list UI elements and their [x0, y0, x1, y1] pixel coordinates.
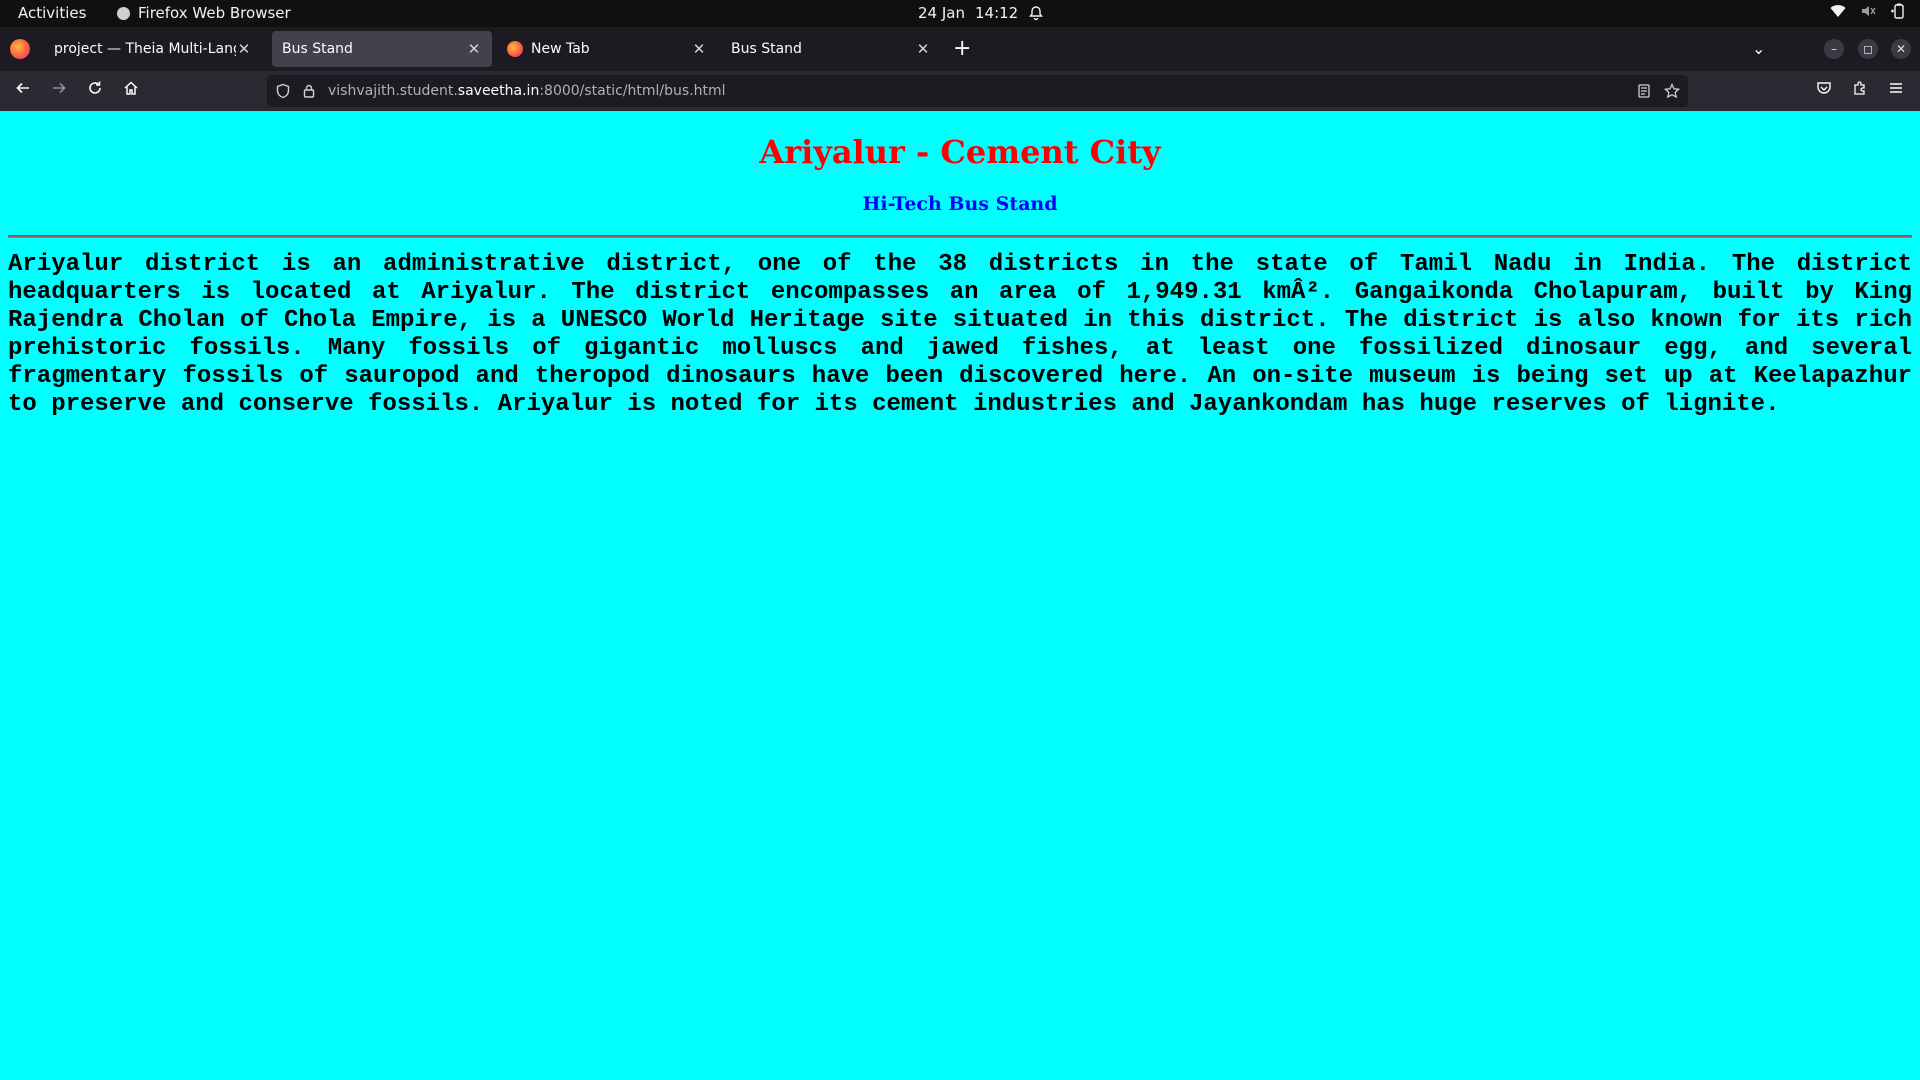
system-top-bar: Activities Firefox Web Browser 24 Jan 14… [0, 0, 1920, 27]
close-icon[interactable]: ✕ [466, 40, 482, 58]
close-icon[interactable]: ✕ [691, 40, 707, 58]
bell-icon [1029, 6, 1044, 21]
firefox-icon [117, 6, 130, 20]
url-prefix: vishvajith.student. [328, 83, 458, 99]
description-paragraph: Ariyalur district is an administrative d… [8, 251, 1912, 418]
navigation-toolbar: vishvajith.student.saveetha.in:8000/stat… [0, 71, 1920, 111]
clock[interactable]: 24 Jan 14:12 [918, 4, 1044, 22]
tab-bus-stand-active[interactable]: Bus Stand ✕ [272, 31, 492, 67]
firefox-icon [507, 41, 523, 57]
app-menu[interactable]: Firefox Web Browser [117, 4, 291, 22]
url-host: saveetha.in [457, 83, 540, 99]
reload-icon [89, 81, 101, 94]
battery-icon [1891, 3, 1904, 19]
time-label: 14:12 [974, 4, 1019, 22]
reader-view-icon[interactable] [1636, 83, 1652, 99]
arrow-right-icon [53, 82, 66, 94]
page-subtitle: Hi-Tech Bus Stand [862, 193, 1058, 215]
web-page: Ariyalur - Cement City Hi-Tech Bus Stand… [0, 111, 1920, 1080]
volume-muted-icon [1862, 6, 1876, 16]
tab-label: project — Theia Multi-Language [54, 41, 236, 57]
bookmark-star-icon[interactable] [1663, 82, 1681, 99]
arrow-left-icon [16, 82, 29, 94]
page-title: Ariyalur - Cement City [759, 133, 1161, 171]
minimize-button[interactable]: – [1824, 39, 1844, 59]
tab-label: Bus Stand [282, 41, 353, 57]
lock-icon[interactable] [301, 83, 317, 99]
tab-label: Bus Stand [731, 41, 802, 57]
puzzle-icon [1854, 81, 1865, 95]
list-all-tabs-button[interactable]: ⌄ [1752, 39, 1765, 58]
forward-button[interactable] [47, 79, 71, 103]
pocket-icon [1817, 82, 1831, 94]
shield-icon[interactable] [275, 83, 291, 99]
close-window-button[interactable]: ✕ [1891, 39, 1911, 59]
date-label: 24 Jan [918, 4, 965, 22]
address-bar[interactable]: vishvajith.student.saveetha.in:8000/stat… [267, 75, 1688, 107]
close-icon[interactable]: ✕ [236, 40, 252, 58]
home-icon [124, 81, 138, 95]
back-button[interactable] [11, 79, 35, 103]
divider [8, 235, 1912, 238]
tab-project-theia[interactable]: project — Theia Multi-Language ✕ [44, 31, 262, 67]
app-menu-button[interactable] [1884, 79, 1908, 103]
wifi-icon [1830, 5, 1846, 17]
new-tab-button[interactable]: + [953, 38, 971, 60]
tab-new-tab[interactable]: New Tab ✕ [497, 31, 717, 67]
maximize-button[interactable]: ◻ [1858, 39, 1878, 59]
activities-button[interactable]: Activities [18, 4, 86, 22]
close-icon[interactable]: ✕ [915, 40, 931, 58]
home-button[interactable] [119, 79, 143, 103]
tab-label: New Tab [531, 41, 590, 57]
url-text[interactable]: vishvajith.student.saveetha.in:8000/stat… [328, 83, 726, 99]
tab-bus-stand[interactable]: Bus Stand ✕ [721, 31, 941, 67]
reload-button[interactable] [83, 79, 107, 103]
url-path: :8000/static/html/bus.html [539, 83, 726, 99]
system-tray[interactable] [1830, 3, 1906, 19]
extensions-button[interactable] [1848, 79, 1872, 103]
tab-strip: project — Theia Multi-Language ✕ Bus Sta… [0, 27, 1920, 71]
pocket-button[interactable] [1812, 79, 1836, 103]
app-name: Firefox Web Browser [138, 4, 291, 22]
hamburger-menu-icon [1890, 83, 1902, 93]
firefox-view-icon[interactable] [10, 39, 30, 59]
